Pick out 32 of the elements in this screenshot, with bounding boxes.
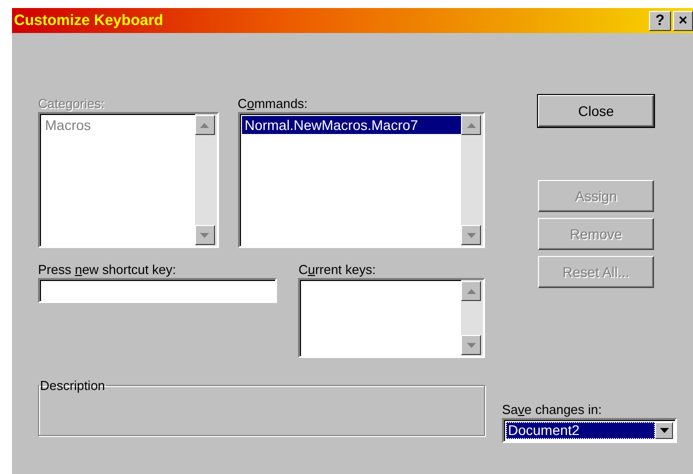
commands-list[interactable]: Normal.NewMacros.Macro7 (238, 112, 485, 248)
scroll-up-button[interactable] (194, 115, 215, 135)
field-label: Save changes in: (502, 401, 603, 418)
up-arrow-icon (466, 122, 476, 128)
scroll-down-button[interactable] (461, 335, 481, 355)
current-keys-list[interactable] (298, 278, 485, 358)
close-button[interactable]: × (673, 10, 693, 30)
field-label: Categories: (38, 95, 106, 112)
list-item[interactable]: Normal.NewMacros.Macro7 (242, 116, 461, 134)
save-in-dropdown[interactable]: Document2 (502, 418, 677, 443)
scrollbar[interactable] (194, 114, 217, 246)
down-arrow-icon (660, 428, 668, 433)
field-label: Commands: (238, 95, 309, 112)
up-arrow-icon (466, 288, 476, 294)
help-button[interactable]: ? (649, 10, 671, 30)
down-arrow-icon (466, 342, 476, 348)
scrollbar[interactable] (461, 280, 483, 356)
shortcut-key-field[interactable] (38, 278, 278, 303)
window-title: Customize Keyboard (14, 12, 164, 29)
dialog-button[interactable]: Close (538, 95, 654, 127)
down-arrow-icon (200, 232, 210, 238)
scrollbar[interactable] (461, 114, 483, 246)
group-label: Description (39, 378, 106, 393)
down-arrow-icon (466, 232, 476, 238)
up-arrow-icon (200, 122, 210, 128)
scroll-up-button[interactable] (461, 281, 481, 301)
field-label: Press new shortcut key: (38, 261, 178, 278)
field-label: Current keys: (298, 261, 377, 278)
scroll-down-button[interactable] (194, 225, 215, 245)
scroll-down-button[interactable] (461, 225, 481, 245)
dropdown-button[interactable] (655, 422, 673, 439)
scroll-up-button[interactable] (461, 115, 481, 135)
